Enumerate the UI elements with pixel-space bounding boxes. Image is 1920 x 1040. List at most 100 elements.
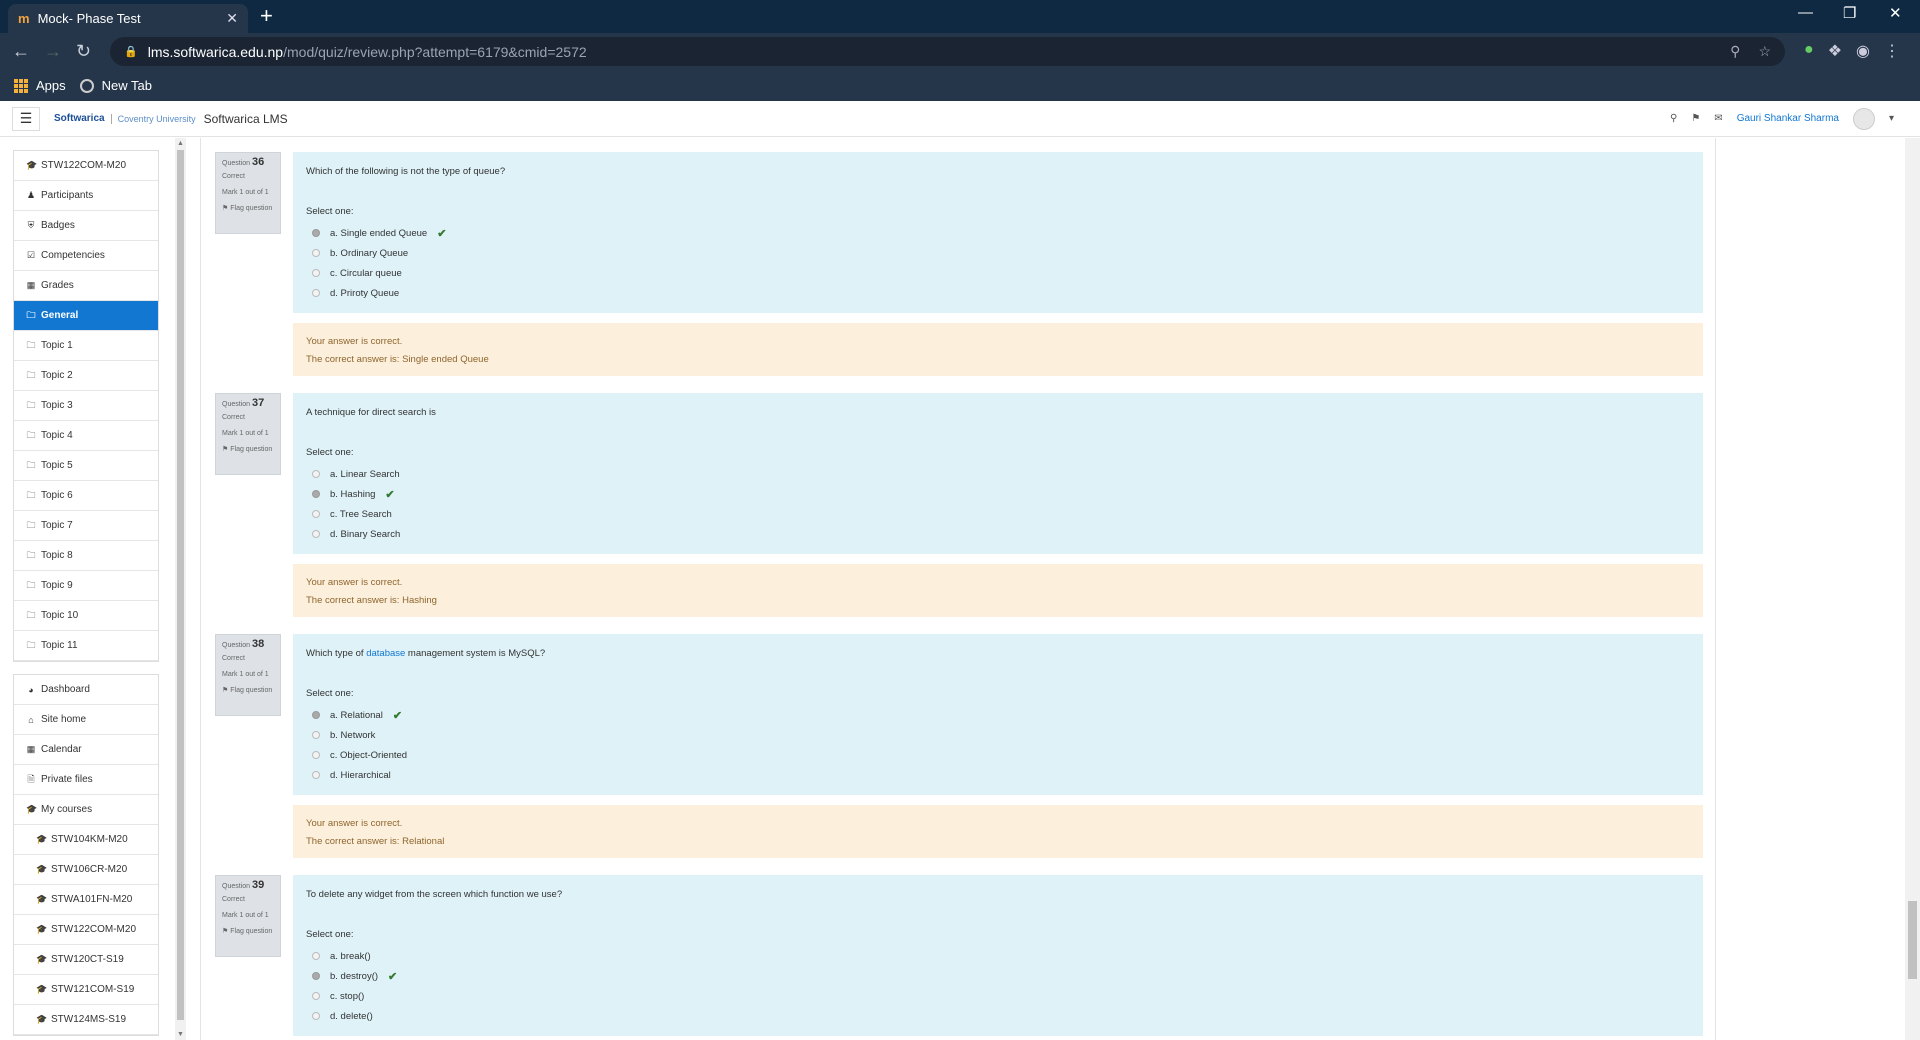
flag-question-button[interactable]: ⚑ Flag question [222,686,274,696]
radio-button[interactable] [312,490,320,498]
radio-button[interactable] [312,289,320,297]
answer-option[interactable]: d. Binary Search [306,524,1690,544]
sidebar-item-topic-5[interactable]: 🗀 Topic 5 [14,451,158,481]
site-name[interactable]: Softwarica LMS [204,112,288,126]
answer-option[interactable]: b. destroy() ✔ [306,966,1690,986]
answer-option[interactable]: d. delete() [306,1006,1690,1026]
answer-option[interactable]: b. Network [306,725,1690,745]
sidebar-item-site-home[interactable]: ⌂ Site home [14,705,158,735]
glossary-link[interactable]: database [366,648,405,659]
sidebar-item-participants[interactable]: ♟ Participants [14,181,158,211]
flag-question-button[interactable]: ⚑ Flag question [222,445,274,455]
answer-option[interactable]: a. Relational ✔ [306,705,1690,725]
radio-button[interactable] [312,510,320,518]
sidebar-item-topic-1[interactable]: 🗀 Topic 1 [14,331,158,361]
answer-option[interactable]: b. Ordinary Queue [306,243,1690,263]
reload-icon[interactable]: ↻ [76,41,91,62]
sidebar-item-dashboard[interactable]: ◕ Dashboard [14,675,158,705]
sidebar-item-stw121com-s19[interactable]: 🎓 STW121COM-S19 [14,975,158,1005]
notification-bell-icon[interactable]: ⚑ [1691,113,1700,124]
sidebar-item-topic-7[interactable]: 🗀 Topic 7 [14,511,158,541]
browser-tab[interactable]: m Mock- Phase Test ✕ [8,4,248,33]
scroll-down-icon[interactable]: ▼ [177,1031,184,1038]
radio-button[interactable] [312,992,320,1000]
puzzle-icon[interactable]: ❖ [1828,41,1842,61]
address-bar[interactable]: 🔒 lms.softwarica.edu.np /mod/quiz/review… [110,37,1785,66]
answer-option[interactable]: c. Object-Oriented [306,745,1690,765]
scrollbar-thumb[interactable] [177,150,184,1020]
sidebar-item-my-courses[interactable]: 🎓 My courses [14,795,158,825]
sidebar-item-stw122com-m20[interactable]: 🎓 STW122COM-M20 [14,151,158,181]
answer-option[interactable]: d. Priroty Queue [306,283,1690,303]
search-icon[interactable]: ⚲ [1670,113,1677,124]
sidebar-item-topic-3[interactable]: 🗀 Topic 3 [14,391,158,421]
sidebar-item-stw124ms-s19[interactable]: 🎓 STW124MS-S19 [14,1005,158,1035]
page-scrollbar[interactable] [1905,138,1920,1040]
radio-button[interactable] [312,751,320,759]
flag-question-button[interactable]: ⚑ Flag question [222,204,274,214]
sidebar-item-calendar[interactable]: ▦ Calendar [14,735,158,765]
answer-option[interactable]: b. Hashing ✔ [306,484,1690,504]
bookmark-new-tab[interactable]: New Tab [79,78,152,93]
sidebar-item-stw106cr-m20[interactable]: 🎓 STW106CR-M20 [14,855,158,885]
sidebar-item-topic-8[interactable]: 🗀 Topic 8 [14,541,158,571]
minimize-icon[interactable]: — [1798,4,1813,21]
answer-option[interactable]: c. Circular queue [306,263,1690,283]
radio-button[interactable] [312,771,320,779]
sidebar-item-stw120ct-s19[interactable]: 🎓 STW120CT-S19 [14,945,158,975]
sidebar-item-topic-9[interactable]: 🗀 Topic 9 [14,571,158,601]
sidebar-item-stw104km-m20[interactable]: 🎓 STW104KM-M20 [14,825,158,855]
chevron-down-icon[interactable]: ▾ [1889,113,1894,124]
radio-button[interactable] [312,711,320,719]
menu-dots-icon[interactable]: ⋮ [1884,41,1900,61]
answer-option[interactable]: c. stop() [306,986,1690,1006]
bookmark-star-icon[interactable]: ☆ [1758,43,1771,60]
close-window-icon[interactable]: ✕ [1889,4,1902,22]
answer-option[interactable]: a. Linear Search [306,464,1690,484]
radio-button[interactable] [312,269,320,277]
scrollbar-thumb[interactable] [1908,901,1917,979]
extension-icon[interactable]: ● [1804,41,1814,61]
sidebar-item-topic-4[interactable]: 🗀 Topic 4 [14,421,158,451]
radio-button[interactable] [312,249,320,257]
sidebar-item-grades[interactable]: ▦ Grades [14,271,158,301]
sidebar-item-topic-11[interactable]: 🗀 Topic 11 [14,631,158,661]
avatar[interactable] [1852,107,1875,130]
flag-question-button[interactable]: ⚑ Flag question [222,927,274,937]
forward-icon[interactable]: → [44,41,62,62]
back-icon[interactable]: ← [12,41,30,62]
answer-option[interactable]: a. Single ended Queue ✔ [306,223,1690,243]
messages-icon[interactable]: ✉ [1714,113,1722,124]
bookmark-apps[interactable]: Apps [14,78,66,93]
sidebar-item-private-files[interactable]: 🗎 Private files [14,765,158,795]
radio-button[interactable] [312,530,320,538]
radio-button[interactable] [312,972,320,980]
sidebar-item-competencies[interactable]: ☑ Competencies [14,241,158,271]
sidebar-scrollbar[interactable]: ▲ ▼ [175,138,186,1040]
sidebar-item-stwa101fn-m20[interactable]: 🎓 STWA101FN-M20 [14,885,158,915]
sidebar-item-topic-2[interactable]: 🗀 Topic 2 [14,361,158,391]
new-tab-button[interactable]: + [260,5,273,27]
sidebar-item-badges[interactable]: ⛨ Badges [14,211,158,241]
close-tab-icon[interactable]: ✕ [226,10,238,27]
radio-button[interactable] [312,470,320,478]
radio-button[interactable] [312,952,320,960]
answer-option[interactable]: c. Tree Search [306,504,1690,524]
sidebar-item-topic-10[interactable]: 🗀 Topic 10 [14,601,158,631]
answer-option[interactable]: a. break() [306,946,1690,966]
hamburger-menu-icon[interactable]: ☰ [12,106,40,131]
sidebar-item-general[interactable]: 🗀 General [14,301,158,331]
sidebar-item-stw122com-m20[interactable]: 🎓 STW122COM-M20 [14,915,158,945]
restore-icon[interactable]: ❐ [1843,4,1856,22]
radio-button[interactable] [312,731,320,739]
zoom-icon[interactable]: ⚲ [1730,43,1740,60]
user-name[interactable]: Gauri Shankar Sharma [1737,113,1839,124]
sidebar-item-topic-6[interactable]: 🗀 Topic 6 [14,481,158,511]
scroll-up-icon[interactable]: ▲ [177,140,184,147]
radio-button[interactable] [312,229,320,237]
site-logo[interactable]: Softwarica Coventry University [54,113,196,124]
answer-option[interactable]: d. Hierarchical [306,765,1690,785]
radio-button[interactable] [312,1012,320,1020]
profile-icon[interactable]: ◉ [1856,41,1870,61]
folder-icon: 🗀 [26,609,36,620]
